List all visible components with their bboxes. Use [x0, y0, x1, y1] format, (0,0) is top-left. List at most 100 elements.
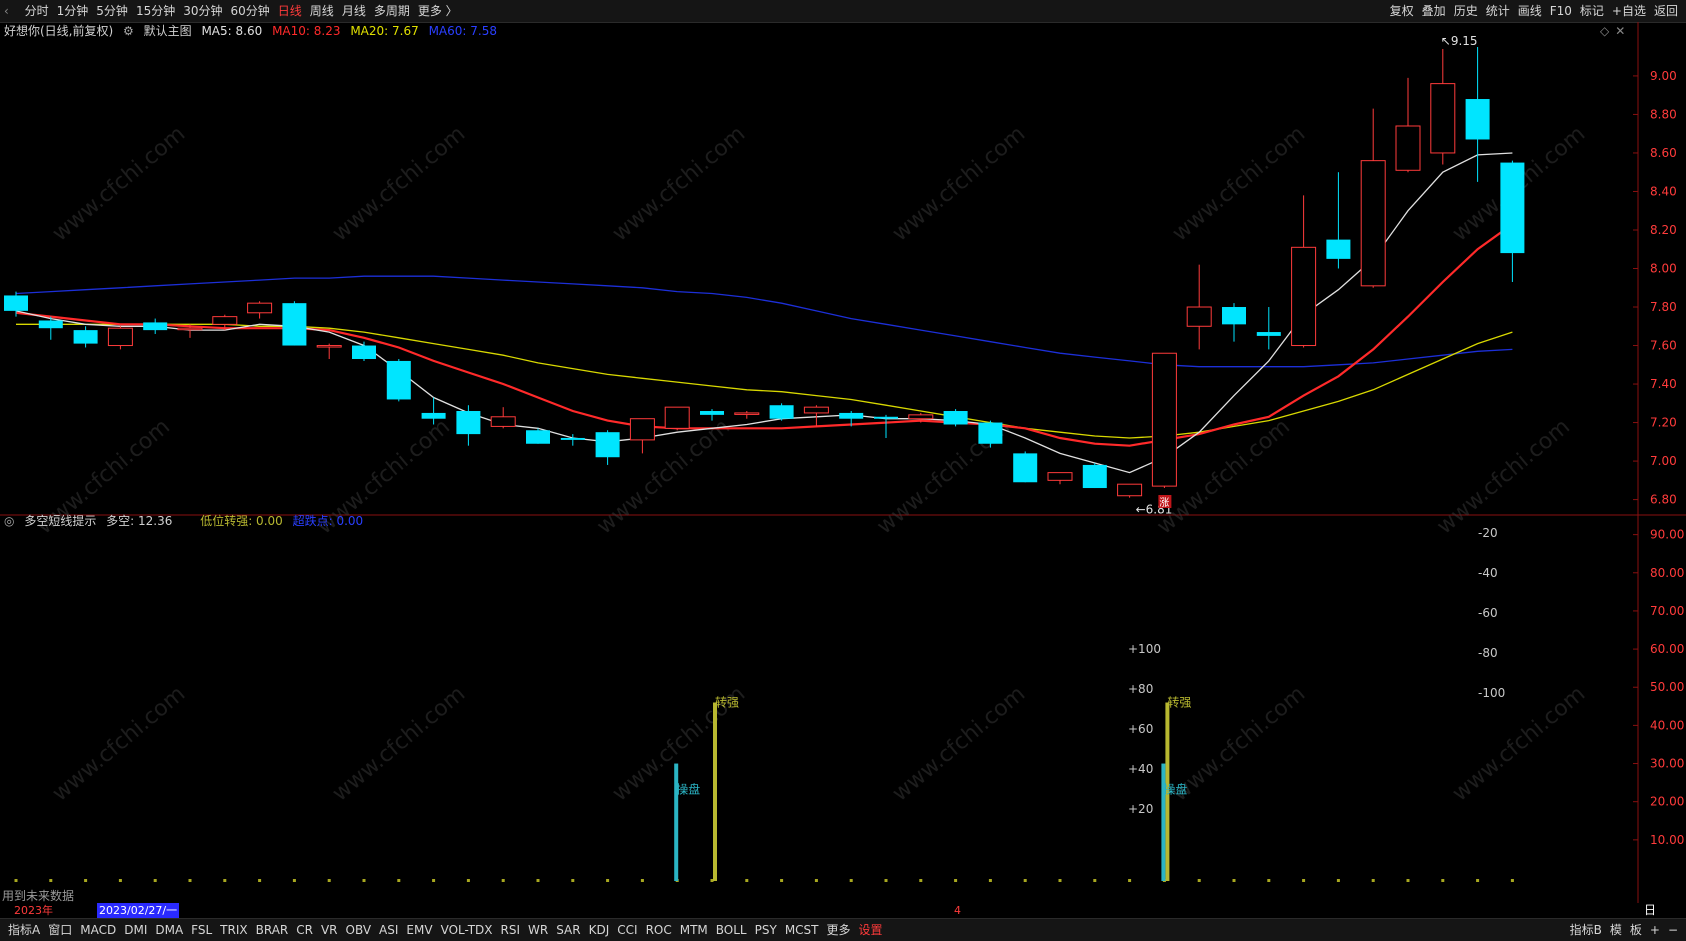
candle-up [1047, 472, 1073, 481]
sub-tick-label: 80.00 [1650, 566, 1684, 580]
candle-down [1082, 464, 1107, 489]
bottom-button-0[interactable]: 指标B [1566, 919, 1606, 941]
kline-chart[interactable]: www.cfchi.com www.cfchi.com www.cfchi.com w… [0, 22, 1686, 903]
indicator-tab-5[interactable]: FSL [187, 919, 216, 941]
indicator-tab-20[interactable]: MTM [676, 919, 712, 941]
indicator-tab-13[interactable]: VOL-TDX [437, 919, 497, 941]
baseline-dot [14, 879, 18, 882]
main-kline-panel[interactable]: ↖9.15←6.81涨 [4, 34, 1525, 517]
indicator-tab-24[interactable]: 更多 [823, 919, 855, 941]
period-tab-1[interactable]: 1分钟 [53, 0, 93, 22]
tool-button-5[interactable]: F10 [1546, 0, 1576, 22]
signal-bar [1161, 763, 1166, 881]
price-axis: 9.00 8.80 8.60 8.40 8.20 8.00 7.80 7.60 7.40 7.20… [1633, 69, 1684, 847]
indicator-tab-1[interactable]: 窗口 [44, 919, 76, 941]
indicator-tab-12[interactable]: EMV [402, 919, 436, 941]
panel-controls: ◇ ✕ [1600, 22, 1631, 40]
period-tab-7[interactable]: 周线 [306, 0, 338, 22]
tool-button-0[interactable]: 复权 [1386, 0, 1418, 22]
pos-scale-label: +100 [1128, 642, 1161, 656]
period-tab-10[interactable]: 更多 〉 [414, 0, 462, 22]
period-tab-3[interactable]: 15分钟 [132, 0, 179, 22]
tool-button-3[interactable]: 统计 [1482, 0, 1514, 22]
indicator-tab-21[interactable]: BOLL [712, 919, 751, 941]
indicator-tab-16[interactable]: SAR [552, 919, 584, 941]
candle-down [73, 330, 98, 344]
indicator-tab-2[interactable]: MACD [76, 919, 120, 941]
candle-down [560, 437, 585, 440]
baseline-dot [258, 879, 262, 882]
signal-label: 操盘 [676, 782, 700, 797]
tool-button-7[interactable]: +自选 [1608, 0, 1650, 22]
indicator-tab-4[interactable]: DMA [151, 919, 187, 941]
watermark: www.cfchi.com [328, 121, 470, 246]
bottom-button-2[interactable]: 板 [1626, 919, 1646, 941]
period-tab-9[interactable]: 多周期 [370, 0, 414, 22]
indicator-tab-23[interactable]: MCST [781, 919, 823, 941]
period-tab-4[interactable]: 30分钟 [179, 0, 226, 22]
sub-tick-label: 30.00 [1650, 757, 1684, 771]
indicator-tab-25[interactable]: 设置 [855, 919, 887, 941]
indicator-tab-22[interactable]: PSY [751, 919, 781, 941]
indicator-tab-18[interactable]: CCI [613, 919, 641, 941]
indicator-tab-14[interactable]: RSI [497, 919, 525, 941]
indicator-tab-6[interactable]: TRIX [216, 919, 251, 941]
bottom-button-1[interactable]: 模 [1606, 919, 1626, 941]
tool-button-8[interactable]: 返回 [1650, 0, 1682, 22]
ma60-label: MA60: 7.58 [428, 24, 497, 38]
candle-down [1465, 99, 1490, 140]
indicator-tab-15[interactable]: WR [524, 919, 552, 941]
period-tab-6[interactable]: 日线 [274, 0, 306, 22]
baseline-dot [1441, 879, 1445, 882]
price-tick-label: 6.80 [1650, 493, 1677, 507]
indicator-tab-7[interactable]: BRAR [252, 919, 293, 941]
baseline-dot [1128, 879, 1132, 882]
period-button[interactable]: 日线 [1644, 903, 1656, 932]
period-tabs: ‹ 分时 1分钟 5分钟 15分钟 30分钟 60分钟 日线 周线 月线 多周期 更多 〉 [0, 0, 466, 22]
baseline-dot [1336, 879, 1340, 882]
baseline-dot [1197, 879, 1201, 882]
tool-button-1[interactable]: 叠加 [1418, 0, 1450, 22]
template-name[interactable]: 默认主图 [144, 24, 192, 38]
indicator-tabs: 指标A 窗口 MACD DMI DMA FSL TRIX BRAR CR VR OBV ASI EMV V… [0, 919, 891, 941]
high-price-label: ↖9.15 [1441, 34, 1478, 48]
baseline-dot [606, 879, 610, 882]
indicator-tab-3[interactable]: DMI [120, 919, 151, 941]
baseline-dot [397, 879, 401, 882]
price-tick-label: 9.00 [1650, 69, 1677, 83]
indicator-tab-0[interactable]: 指标A [4, 919, 44, 941]
period-tab-8[interactable]: 月线 [338, 0, 370, 22]
price-tick-label: 7.00 [1650, 454, 1677, 468]
candle-up [1151, 352, 1177, 487]
indicator-legend: ◎ 多空短线提示 多空: 12.36 低位转强: 0.00 超跌点: 0.00 [4, 512, 369, 530]
gear-icon[interactable]: ⚙ [123, 24, 134, 38]
tool-button-2[interactable]: 历史 [1450, 0, 1482, 22]
baseline-dot [1302, 879, 1306, 882]
close-icon[interactable]: ✕ [1615, 24, 1625, 38]
period-tab-5[interactable]: 60分钟 [227, 0, 274, 22]
watermark: www.cfchi.com [48, 121, 190, 246]
tool-button-4[interactable]: 画线 [1514, 0, 1546, 22]
signal-bar [713, 702, 717, 881]
baseline-dot [1371, 879, 1375, 882]
collapse-icon[interactable]: ‹ [0, 0, 13, 22]
candle-up [1360, 160, 1386, 287]
indicator-tab-19[interactable]: ROC [642, 919, 676, 941]
period-tab-2[interactable]: 5分钟 [92, 0, 132, 22]
tool-button-6[interactable]: 标记 [1576, 0, 1608, 22]
bottom-button-4[interactable]: − [1664, 919, 1682, 941]
watermark: www.cfchi.com [1168, 121, 1310, 246]
expand-icon[interactable]: ◎ [4, 514, 14, 528]
indicator-tab-17[interactable]: KDJ [585, 919, 614, 941]
indicator-tab-11[interactable]: ASI [375, 919, 402, 941]
bottom-button-3[interactable]: + [1646, 919, 1664, 941]
indicator-tab-10[interactable]: OBV [342, 919, 376, 941]
indicator-name[interactable]: 多空短线提示 [24, 514, 96, 528]
candle-down [839, 412, 864, 419]
baseline-dot [814, 879, 818, 882]
candle-down [38, 320, 63, 329]
indicator-tab-9[interactable]: VR [317, 919, 342, 941]
diamond-icon[interactable]: ◇ [1600, 24, 1609, 38]
indicator-tab-8[interactable]: CR [292, 919, 317, 941]
period-tab-0[interactable]: 分时 [21, 0, 53, 22]
